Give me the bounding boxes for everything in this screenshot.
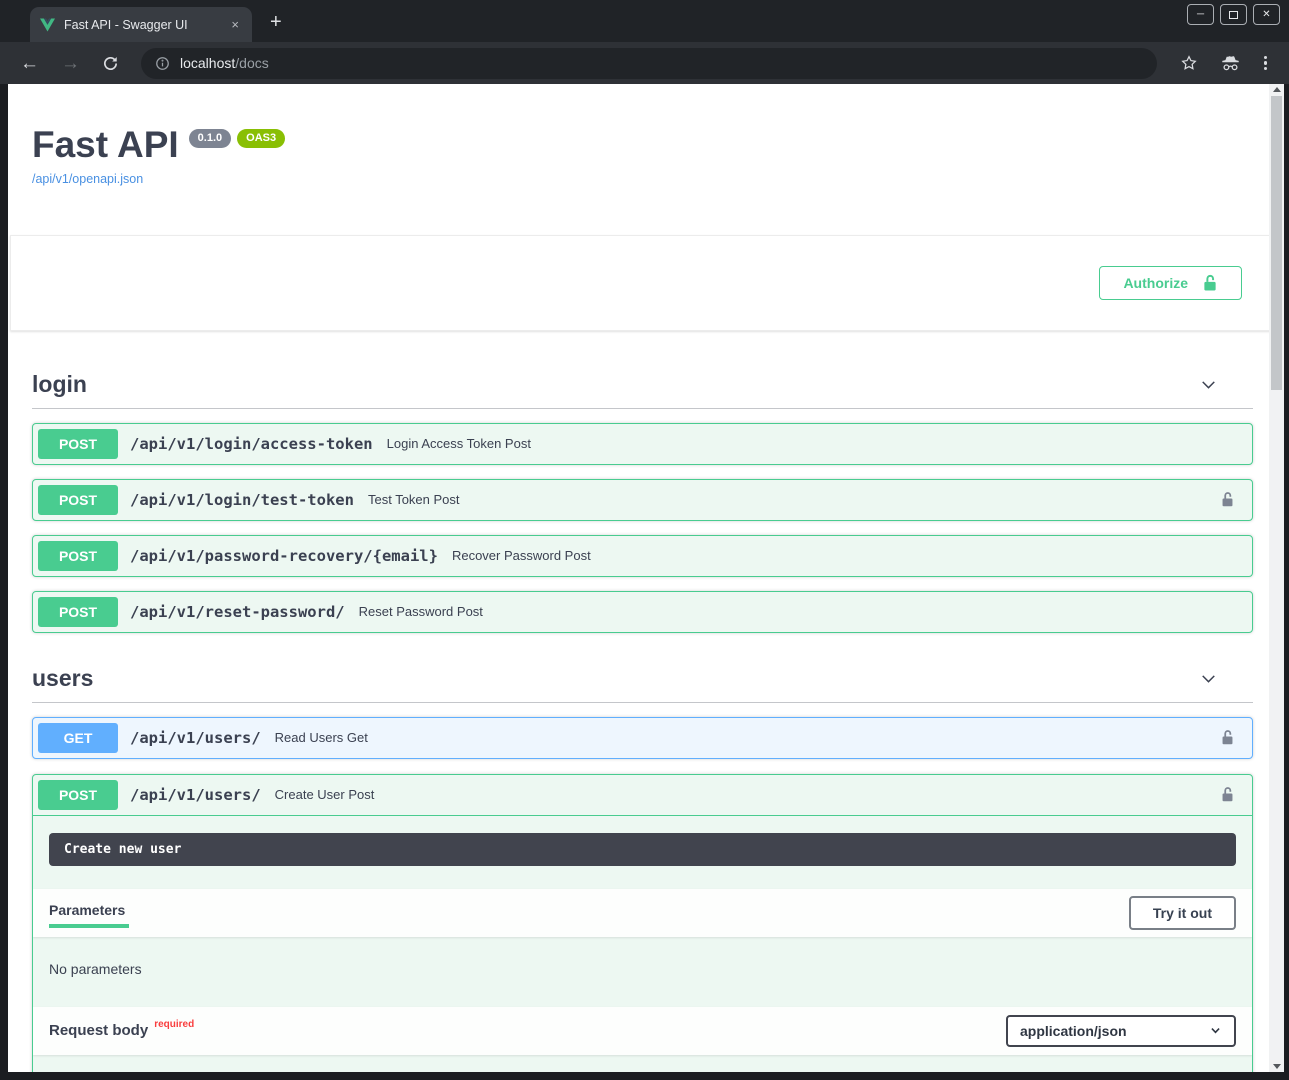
unlock-icon [1202,274,1218,292]
endpoint-path: /api/v1/login/test-token [130,491,354,509]
operation-description: Create new user [49,833,1236,866]
tab-title: Fast API - Swagger UI [64,18,219,32]
bookmark-star-icon[interactable] [1171,54,1207,72]
new-tab-button[interactable]: + [262,9,290,36]
page-scrollbar[interactable] [1269,84,1284,1072]
maximize-icon [1229,11,1238,19]
method-badge: POST [38,429,118,459]
endpoint-summary: Login Access Token Post [387,436,531,451]
request-body-label: Request body [49,1022,148,1039]
content-type-value: application/json [1020,1023,1127,1039]
browser-menu-icon[interactable] [1254,56,1277,71]
operation-row[interactable]: POST /api/v1/users/ Create User Post [33,775,1252,816]
endpoint-summary: Read Users Get [275,730,368,745]
browser-tab-strip: Fast API - Swagger UI × + ─ ✕ [0,0,1289,42]
operation-row[interactable]: POST /api/v1/password-recovery/{email} R… [32,535,1253,577]
chevron-down-icon[interactable] [1188,374,1243,395]
endpoint-summary: Create User Post [275,787,375,802]
endpoint-summary: Recover Password Post [452,548,591,563]
active-tab-underline [49,924,129,928]
tag-section-users[interactable]: users [32,655,1253,703]
url-host: localhost [180,55,235,71]
expanded-operation-block: POST /api/v1/users/ Create User Post Cre… [32,774,1253,1072]
required-badge: required [154,1019,194,1030]
parameters-header: Parameters Try it out [33,889,1252,937]
oas3-badge: OAS3 [237,129,285,148]
chevron-down-icon[interactable] [1188,668,1243,689]
operation-row[interactable]: GET /api/v1/users/ Read Users Get [32,717,1253,759]
parameters-label: Parameters [49,898,129,924]
endpoint-path: /api/v1/users/ [130,786,261,804]
url-path: /docs [235,55,268,71]
no-parameters-text: No parameters [33,937,1252,1007]
version-badge: 0.1.0 [189,129,231,148]
window-close-button[interactable]: ✕ [1253,4,1280,25]
window-maximize-button[interactable] [1220,4,1247,25]
tag-section-login[interactable]: login [32,361,1253,409]
content-type-select[interactable]: application/json [1006,1015,1236,1047]
request-body-header: Request body required application/json [33,1007,1252,1055]
scrollbar-down-arrow-icon[interactable] [1273,1064,1281,1069]
window-minimize-button[interactable]: ─ [1187,4,1214,25]
model-example-tabs: Example Value Schema [33,1055,1252,1072]
incognito-icon[interactable] [1211,54,1250,73]
endpoint-path: /api/v1/login/access-token [130,435,373,453]
operation-row[interactable]: POST /api/v1/login/access-token Login Ac… [32,423,1253,465]
method-badge: POST [38,780,118,810]
tab-parameters: Parameters [49,898,129,928]
auth-lock-icon[interactable] [1208,727,1247,748]
url-text: localhost/docs [180,55,269,71]
scrollbar-thumb[interactable] [1271,96,1282,390]
scheme-container: Authorize [10,235,1269,331]
method-badge: POST [38,541,118,571]
browser-tab[interactable]: Fast API - Swagger UI × [30,7,252,42]
section-title: login [32,371,1188,398]
api-info: Fast API 0.1.0 OAS3 /api/v1/openapi.json [32,84,1253,188]
endpoint-path: /api/v1/reset-password/ [130,603,345,621]
page-viewport: Fast API 0.1.0 OAS3 /api/v1/openapi.json… [8,84,1284,1072]
browser-toolbar: ← → localhost/docs [0,42,1289,84]
authorize-button[interactable]: Authorize [1099,266,1242,300]
endpoint-path: /api/v1/password-recovery/{email} [130,547,438,565]
auth-lock-icon[interactable] [1208,489,1247,510]
auth-lock-icon[interactable] [1208,784,1247,805]
authorize-label: Authorize [1123,275,1188,291]
operation-row[interactable]: POST /api/v1/login/test-token Test Token… [32,479,1253,521]
method-badge: POST [38,485,118,515]
method-badge: POST [38,597,118,627]
method-badge: GET [38,723,118,753]
address-bar[interactable]: localhost/docs [141,48,1157,79]
operation-row[interactable]: POST /api/v1/reset-password/ Reset Passw… [32,591,1253,633]
page-title: Fast API [32,126,179,165]
chevron-down-icon [1209,1024,1222,1037]
reload-button[interactable] [94,55,127,72]
scrollbar-up-arrow-icon[interactable] [1273,87,1281,92]
try-it-out-button[interactable]: Try it out [1129,896,1236,930]
tab-close-icon[interactable]: × [228,17,242,32]
forward-button[interactable]: → [53,54,88,73]
favicon-vue-icon [40,18,55,32]
site-info-icon[interactable] [155,56,170,71]
endpoint-summary: Reset Password Post [359,604,483,619]
openapi-spec-link[interactable]: /api/v1/openapi.json [32,172,143,186]
back-button[interactable]: ← [12,54,47,73]
endpoint-path: /api/v1/users/ [130,729,261,747]
endpoint-summary: Test Token Post [368,492,460,507]
section-title: users [32,665,1188,692]
